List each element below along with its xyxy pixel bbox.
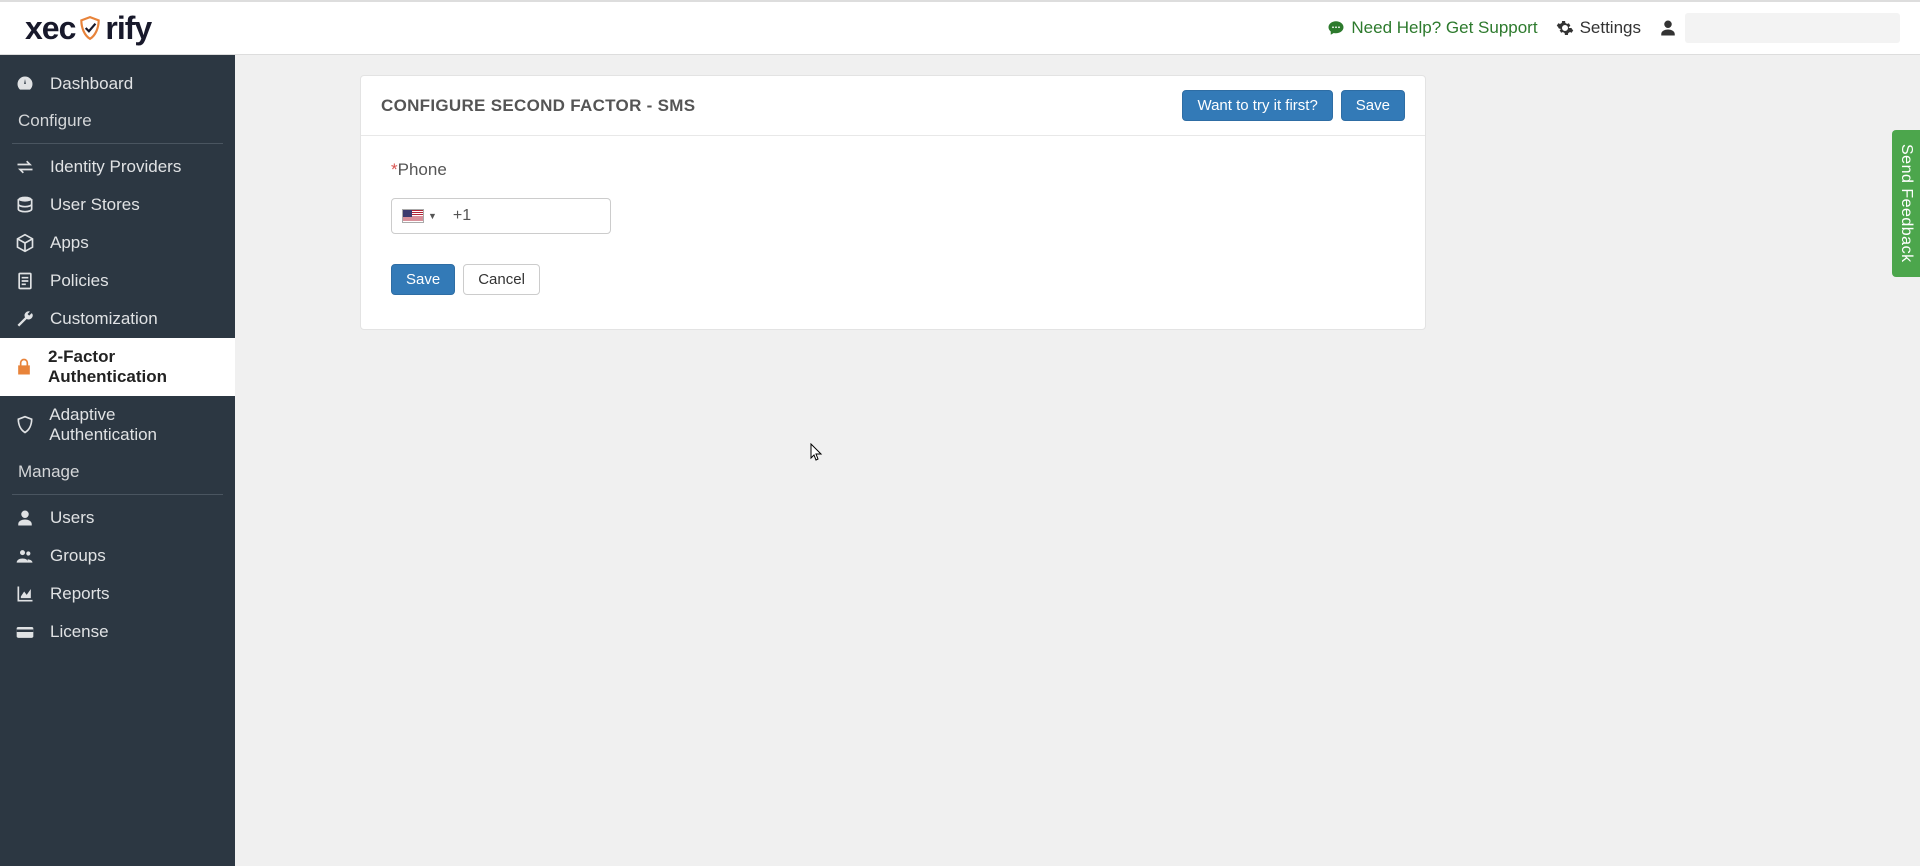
- brand-part2: rify: [105, 10, 151, 47]
- panel-title: CONFIGURE SECOND FACTOR - SMS: [381, 96, 695, 116]
- user-icon: [14, 509, 36, 527]
- shield-icon: [77, 15, 103, 41]
- wrench-icon: [14, 309, 36, 329]
- sidebar-item-adaptive-auth[interactable]: Adaptive Authentication: [0, 396, 235, 454]
- save-button[interactable]: Save: [391, 264, 455, 295]
- user-icon: [1659, 19, 1677, 37]
- panel-body: *Phone ▼ +1 Save Cancel: [361, 136, 1425, 329]
- phone-label: *Phone: [391, 160, 1395, 180]
- lock-icon: [14, 357, 34, 377]
- chevron-down-icon: ▼: [428, 211, 437, 221]
- cube-icon: [14, 233, 36, 253]
- top-right: Need Help? Get Support Settings: [1327, 13, 1900, 43]
- settings-label: Settings: [1580, 18, 1641, 38]
- sidebar-item-groups[interactable]: Groups: [0, 537, 235, 575]
- sidebar-item-label: 2-Factor Authentication: [48, 347, 221, 387]
- sidebar-item-reports[interactable]: Reports: [0, 575, 235, 613]
- sidebar-item-label: Users: [50, 508, 94, 528]
- user-menu[interactable]: [1659, 13, 1900, 43]
- try-it-button[interactable]: Want to try it first?: [1182, 90, 1332, 121]
- phone-input-group: ▼ +1: [391, 198, 611, 234]
- sidebar-item-identity-providers[interactable]: Identity Providers: [0, 148, 235, 186]
- sidebar-item-label: Adaptive Authentication: [49, 405, 221, 445]
- panel-header: CONFIGURE SECOND FACTOR - SMS Want to tr…: [361, 76, 1425, 136]
- phone-input[interactable]: [471, 207, 694, 225]
- users-icon: [14, 546, 36, 566]
- divider: [12, 143, 223, 144]
- card-icon: [14, 622, 36, 642]
- brand-logo[interactable]: xec rify: [25, 10, 151, 47]
- sidebar-item-label: Reports: [50, 584, 110, 604]
- sidebar-item-license[interactable]: License: [0, 613, 235, 651]
- sidebar-item-policies[interactable]: Policies: [0, 262, 235, 300]
- cursor-icon: [810, 443, 824, 463]
- sidebar-item-label: Identity Providers: [50, 157, 181, 177]
- sidebar-item-customization[interactable]: Customization: [0, 300, 235, 338]
- sidebar-item-2fa[interactable]: 2-Factor Authentication: [0, 338, 235, 396]
- sidebar-item-label: User Stores: [50, 195, 140, 215]
- sidebar-item-label: Apps: [50, 233, 89, 253]
- chat-icon: [1327, 19, 1345, 37]
- sidebar: Dashboard Configure Identity Providers U…: [0, 55, 235, 866]
- config-panel: CONFIGURE SECOND FACTOR - SMS Want to tr…: [360, 75, 1426, 330]
- sidebar-item-users[interactable]: Users: [0, 499, 235, 537]
- send-feedback-tab[interactable]: Send Feedback: [1892, 130, 1920, 277]
- sidebar-item-apps[interactable]: Apps: [0, 224, 235, 262]
- divider: [12, 494, 223, 495]
- brand-part1: xec: [25, 10, 75, 47]
- cancel-button[interactable]: Cancel: [463, 264, 540, 295]
- settings-link[interactable]: Settings: [1556, 18, 1641, 38]
- help-link[interactable]: Need Help? Get Support: [1327, 18, 1537, 38]
- required-mark: *: [391, 160, 398, 179]
- sidebar-item-user-stores[interactable]: User Stores: [0, 186, 235, 224]
- sidebar-section-manage: Manage: [0, 454, 235, 490]
- save-top-button[interactable]: Save: [1341, 90, 1405, 121]
- sidebar-item-label: Customization: [50, 309, 158, 329]
- sidebar-item-label: Policies: [50, 271, 109, 291]
- user-name-placeholder: [1685, 13, 1900, 43]
- main-content: CONFIGURE SECOND FACTOR - SMS Want to tr…: [235, 55, 1920, 866]
- country-code: +1: [443, 207, 471, 225]
- top-bar: xec rify Need Help? Get Support Settings: [0, 0, 1920, 55]
- dashboard-icon: [14, 74, 36, 94]
- sidebar-section-configure: Configure: [0, 103, 235, 139]
- database-icon: [14, 195, 36, 215]
- country-selector[interactable]: ▼: [392, 209, 443, 223]
- gear-icon: [1556, 19, 1574, 37]
- chart-icon: [14, 584, 36, 604]
- help-label: Need Help? Get Support: [1351, 18, 1537, 38]
- us-flag-icon: [402, 209, 424, 223]
- sidebar-item-label: License: [50, 622, 109, 642]
- sidebar-item-label: Groups: [50, 546, 106, 566]
- shield-outline-icon: [14, 415, 35, 435]
- sidebar-item-label: Dashboard: [50, 74, 133, 94]
- sidebar-item-dashboard[interactable]: Dashboard: [0, 65, 235, 103]
- document-icon: [14, 271, 36, 291]
- exchange-icon: [14, 157, 36, 177]
